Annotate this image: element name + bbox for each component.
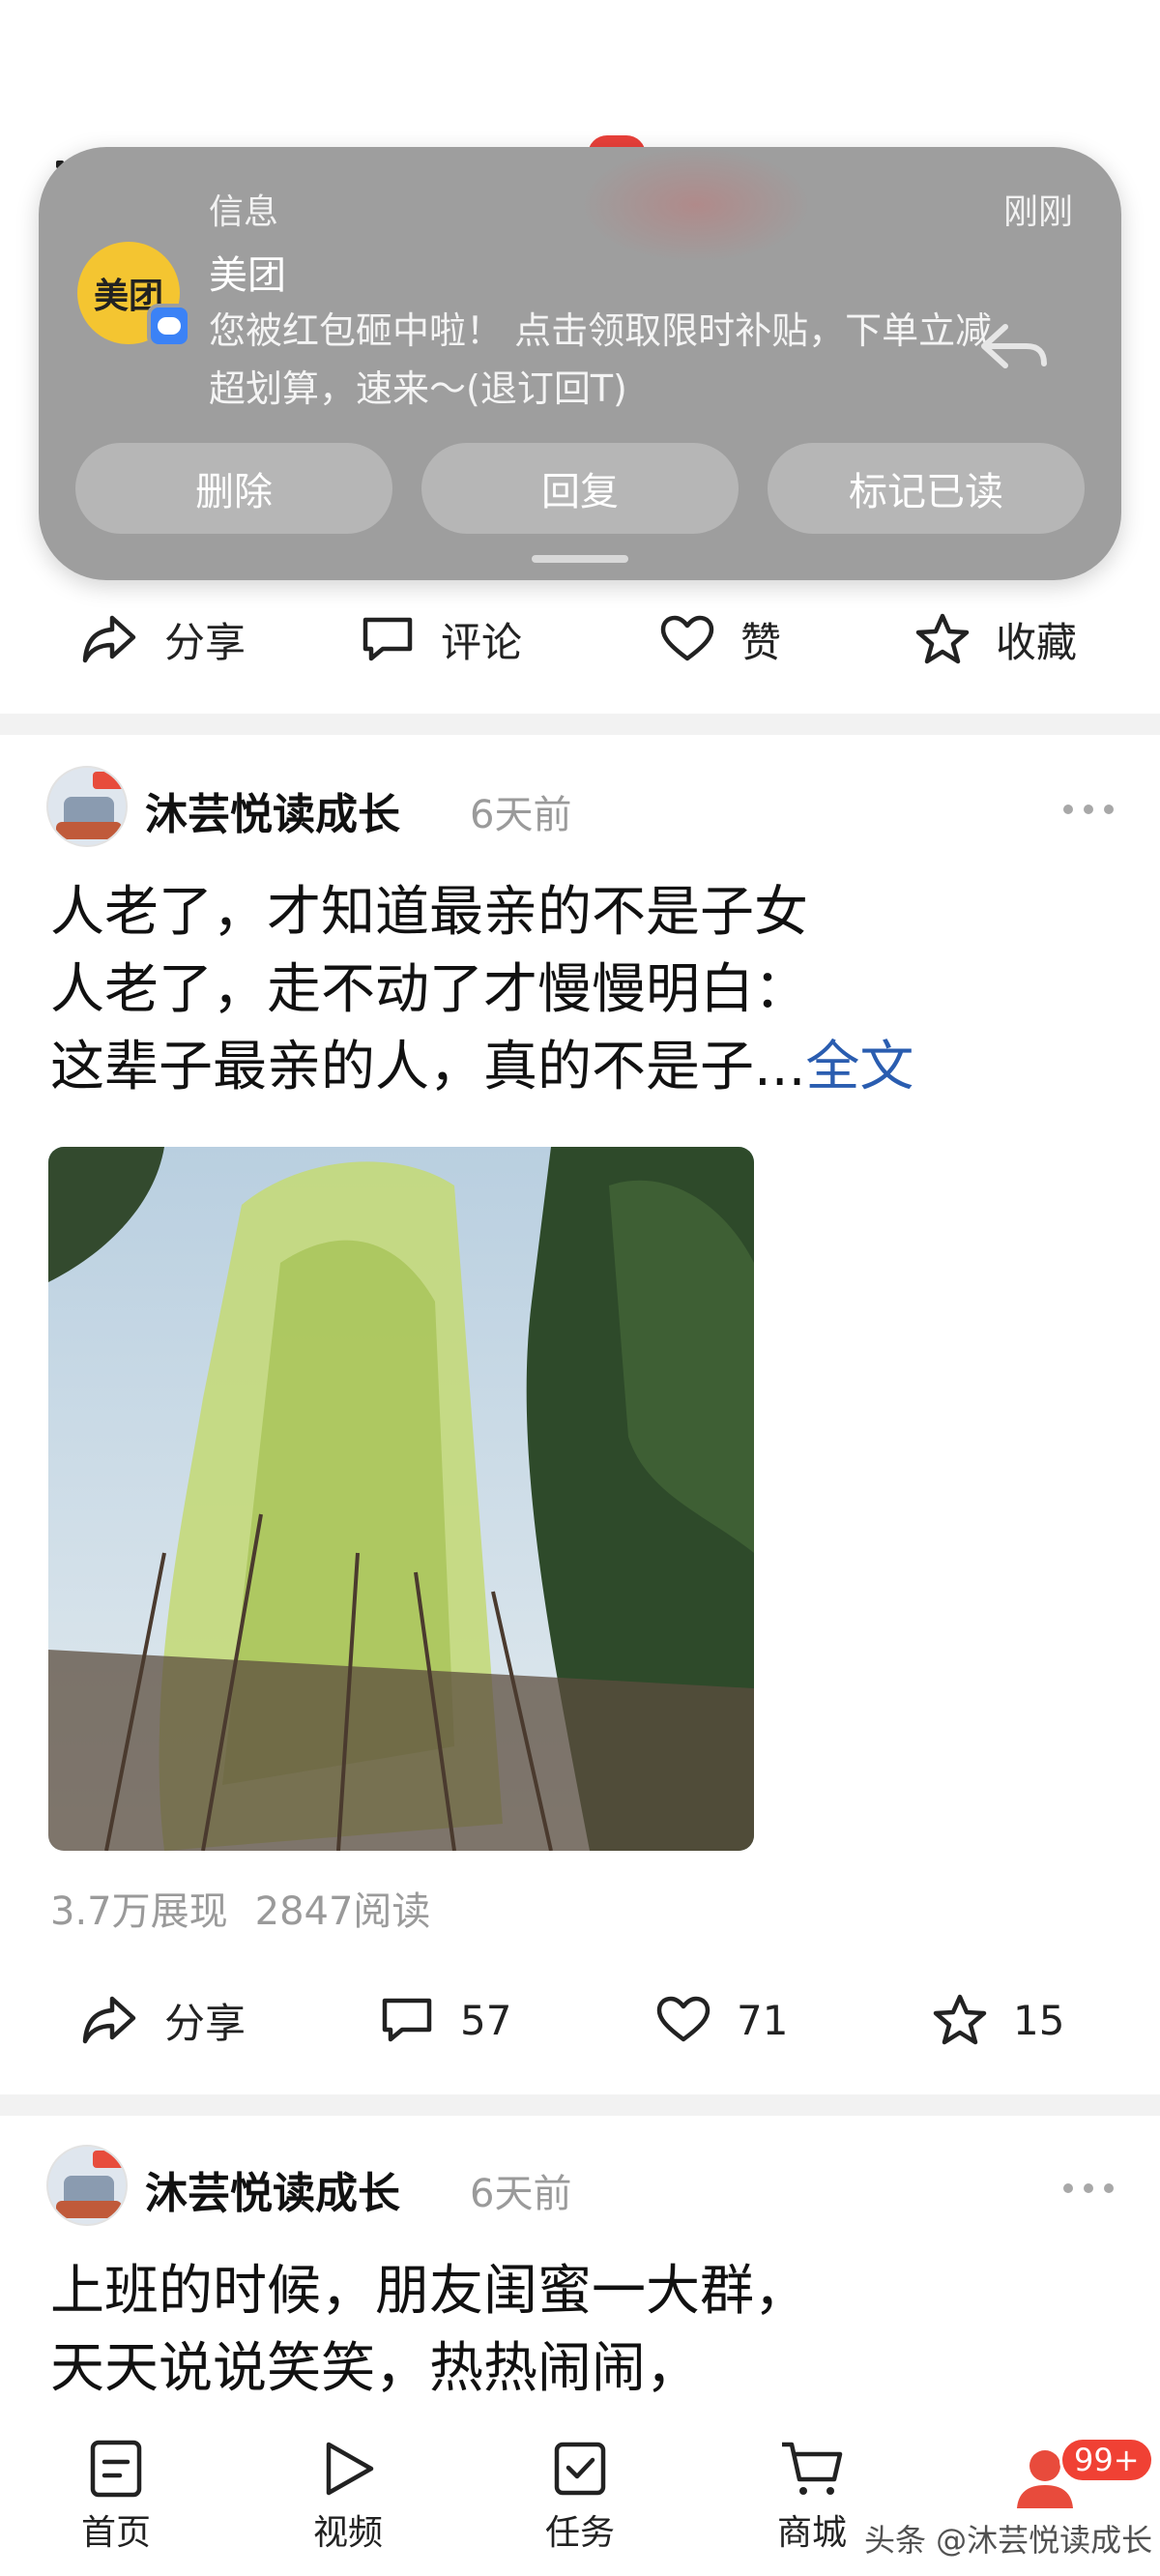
like-button[interactable]: 71 [655, 1995, 788, 2045]
drag-handle[interactable] [532, 555, 628, 563]
full-text-link[interactable]: 全文 [805, 1036, 914, 1098]
notification-time: 刚刚 [1002, 192, 1073, 232]
share-button[interactable]: 分享 [79, 1991, 246, 2050]
blurred-background [580, 147, 812, 263]
share-button[interactable]: 分享 [79, 610, 246, 669]
reply-button[interactable]: 回复 [421, 443, 739, 534]
favorite-button[interactable]: 收藏 [914, 610, 1077, 669]
comment-count: 57 [460, 1996, 512, 2044]
notification-badge: 99+ [1059, 2437, 1154, 2483]
post-author[interactable]: 沐芸悦读成长 [145, 779, 400, 841]
star-icon [915, 613, 970, 664]
post-stats: 3.7万展现 2847阅读 [50, 1880, 430, 1936]
share-icon [82, 615, 136, 663]
feed-divider [0, 714, 1160, 735]
checkbox-icon [554, 2442, 606, 2496]
message-notification[interactable]: 信息 刚刚 美团 美团 您被红包砸中啦！ 点击领取限时补贴，下单立减超划算，速来… [39, 147, 1121, 580]
comment-icon [382, 1998, 432, 2042]
nav-video-label: 视频 [312, 2513, 383, 2553]
post-time: 6天前 [470, 793, 572, 837]
author-avatar[interactable] [46, 2145, 128, 2226]
notification-actions: 删除 回复 标记已读 [75, 443, 1085, 534]
feed-divider [0, 2094, 1160, 2116]
share-label: 分享 [164, 1999, 246, 2047]
nav-home[interactable]: 首页 [58, 2439, 174, 2555]
notification-sender: 美团 [209, 253, 286, 298]
favorite-button[interactable]: 15 [932, 1993, 1064, 2047]
author-avatar[interactable] [46, 766, 128, 847]
notification-body: 您被红包砸中啦！ 点击领取限时补贴，下单立减超划算，速来～(退订回T) [209, 309, 993, 410]
mark-read-button[interactable]: 标记已读 [768, 443, 1085, 534]
reply-arrow-icon[interactable] [976, 319, 1054, 377]
favorite-count: 15 [1013, 1996, 1065, 2044]
reads-count: 2847阅读 [254, 1889, 431, 1934]
notification-app-label: 信息 [209, 192, 279, 232]
like-count: 71 [737, 1996, 789, 2044]
favorite-label: 收藏 [996, 618, 1078, 666]
post-line: 上班的时候，朋友闺蜜一大群， [50, 2260, 808, 2323]
home-doc-icon [90, 2440, 142, 2498]
post-line: 人老了，走不动了才慢慢明白： [50, 958, 808, 1021]
post-author[interactable]: 沐芸悦读成长 [145, 2158, 400, 2220]
comment-button[interactable]: 评论 [360, 610, 522, 669]
nav-home-label: 首页 [80, 2513, 151, 2553]
previous-post-action-bar: 分享 评论 赞 收藏 [0, 596, 1160, 683]
message-app-icon [147, 304, 191, 348]
more-options-icon[interactable] [1063, 805, 1114, 816]
status-bar [0, 0, 1160, 174]
nav-mall[interactable]: 商城 [754, 2439, 870, 2555]
cart-icon [782, 2442, 843, 2495]
post-time: 6天前 [470, 2172, 572, 2216]
like-button[interactable]: 赞 [659, 610, 781, 669]
post-text[interactable]: 上班的时候，朋友闺蜜一大群， 天天说说笑笑，热热闹闹， [50, 2253, 1114, 2408]
delete-button[interactable]: 删除 [75, 443, 392, 534]
comment-icon [362, 617, 413, 661]
watermark: 头条 @沐芸悦读成长 [864, 2522, 1153, 2559]
share-icon [82, 1996, 136, 2044]
nav-video[interactable]: 视频 [290, 2439, 406, 2555]
post-line: 天天说说笑笑，热热闹闹， [50, 2337, 700, 2400]
impressions-count: 3.7万展现 [50, 1889, 228, 1934]
heart-icon [660, 615, 714, 661]
post-line-last: 这辈子最亲的人，真的不是子...全文 [50, 1036, 914, 1098]
post-line: 人老了，才知道最亲的不是子女 [50, 881, 808, 944]
nav-tasks[interactable]: 任务 [522, 2439, 638, 2555]
post-text[interactable]: 人老了，才知道最亲的不是子女 人老了，走不动了才慢慢明白： 这辈子最亲的人，真的… [50, 874, 1114, 1106]
nav-mall-label: 商城 [776, 2513, 847, 2553]
heart-icon [656, 1996, 710, 2042]
comment-label: 评论 [441, 618, 523, 666]
share-label: 分享 [164, 618, 246, 666]
nav-tasks-label: 任务 [544, 2513, 615, 2553]
more-options-icon[interactable] [1063, 2183, 1114, 2195]
post-action-bar: 分享 57 71 15 [0, 1976, 1160, 2064]
like-label: 赞 [740, 618, 782, 666]
star-icon [933, 1994, 987, 2045]
post-photo-willow-tree[interactable] [48, 1147, 754, 1851]
play-icon [326, 2442, 374, 2496]
comment-button[interactable]: 57 [379, 1995, 511, 2045]
